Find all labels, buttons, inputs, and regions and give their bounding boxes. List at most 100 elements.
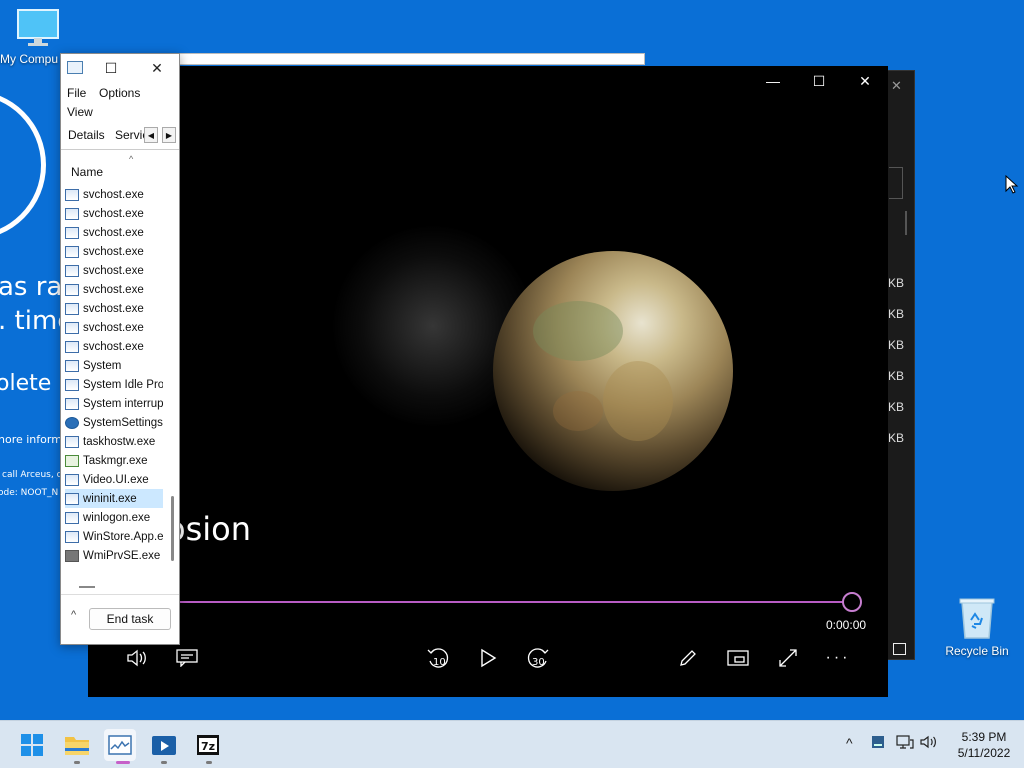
process-row[interactable]: SystemSettings	[65, 413, 163, 432]
process-row[interactable]: System interrup	[65, 394, 163, 413]
menu-options[interactable]: Options	[99, 86, 140, 100]
size-cell: KB	[888, 307, 905, 321]
svg-text:7z: 7z	[201, 740, 215, 753]
7zip-taskbar-button[interactable]: 7z	[192, 729, 224, 761]
tab-scroll-right-button[interactable]: ▶	[162, 127, 176, 143]
window-icon	[65, 435, 79, 448]
task-manager-titlebar[interactable]: ☐ ✕	[61, 54, 179, 82]
volume-icon	[127, 649, 146, 667]
cogs-icon	[65, 549, 79, 562]
process-row[interactable]: wininit.exe	[65, 489, 163, 508]
tab-scroll-left-button[interactable]: ◀	[144, 127, 158, 143]
process-row[interactable]: taskhostw.exe	[65, 432, 163, 451]
seek-handle[interactable]	[842, 592, 862, 612]
chart-icon	[65, 454, 79, 467]
more-icon: ···	[825, 649, 851, 666]
running-indicator	[206, 761, 212, 764]
network-icon[interactable]	[896, 735, 914, 752]
task-manager-app-icon	[67, 61, 83, 74]
captions-button[interactable]	[167, 644, 207, 672]
view-toggle-icon[interactable]	[893, 643, 906, 655]
process-row[interactable]: svchost.exe	[65, 261, 163, 280]
process-row[interactable]: svchost.exe	[65, 280, 163, 299]
process-row[interactable]: Taskmgr.exe	[65, 451, 163, 470]
start-button[interactable]	[16, 729, 48, 761]
process-name: svchost.exe	[83, 264, 144, 277]
process-row[interactable]: svchost.exe	[65, 337, 163, 356]
video-player-taskbar-button[interactable]	[148, 729, 180, 761]
seek-bar[interactable]	[178, 601, 846, 603]
process-row[interactable]: System Idle Pro	[65, 375, 163, 394]
process-row[interactable]: WinStore.App.e	[65, 527, 163, 546]
window-icon	[65, 226, 79, 239]
mini-view-button[interactable]	[718, 644, 758, 672]
process-name: winlogon.exe	[83, 511, 151, 524]
process-row[interactable]: svchost.exe	[65, 299, 163, 318]
clock[interactable]: 5:39 PM 5/11/2022	[944, 729, 1024, 761]
skip-forward-seconds: 30	[532, 657, 545, 668]
close-button[interactable]: ✕	[842, 66, 888, 96]
fullscreen-icon	[779, 649, 797, 667]
menu-file[interactable]: File	[67, 86, 86, 100]
play-button[interactable]	[468, 644, 508, 672]
more-options-button[interactable]: ···	[818, 644, 858, 672]
bsod-frown-graphic	[0, 90, 46, 240]
bsod-text-6: ode: NOOT_N	[0, 488, 59, 498]
process-name: svchost.exe	[83, 302, 144, 315]
close-button[interactable]: ✕	[145, 58, 169, 78]
task-manager-window[interactable]: ☐ ✕ File Options View Details Servic ◀ ▶…	[60, 53, 180, 645]
recycle-bin-desktop-icon[interactable]: Recycle Bin	[940, 596, 1014, 658]
close-icon[interactable]: ✕	[891, 78, 902, 94]
process-row[interactable]: winlogon.exe	[65, 508, 163, 527]
process-row[interactable]: svchost.exe	[65, 185, 163, 204]
process-name: System Idle Pro	[83, 378, 163, 391]
process-row[interactable]: svchost.exe	[65, 223, 163, 242]
window-icon	[65, 340, 79, 353]
process-row[interactable]: svchost.exe	[65, 242, 163, 261]
video-player-icon	[152, 736, 176, 755]
end-task-button[interactable]: End task	[89, 608, 171, 630]
fullscreen-button[interactable]	[768, 644, 808, 672]
process-row[interactable]: System	[65, 356, 163, 375]
task-manager-ghost-frame	[180, 53, 645, 65]
process-name: System interrup	[83, 397, 163, 410]
process-name: SystemSettings	[83, 416, 163, 429]
column-header-name[interactable]: Name	[71, 165, 103, 179]
process-name: System	[83, 359, 122, 372]
tray-app-icon[interactable]	[871, 735, 885, 752]
running-indicator	[161, 761, 167, 764]
process-row[interactable]: svchost.exe	[65, 204, 163, 223]
process-row[interactable]: WmiPrvSE.exe	[65, 546, 163, 565]
maximize-button[interactable]: ☐	[796, 66, 842, 96]
tab-services[interactable]: Servic	[115, 128, 147, 142]
process-row[interactable]: svchost.exe	[65, 318, 163, 337]
task-manager-taskbar-button[interactable]	[104, 729, 136, 761]
maximize-button[interactable]: ☐	[99, 58, 123, 78]
process-name: wininit.exe	[83, 492, 137, 505]
globe-image	[493, 251, 733, 491]
scrollbar-thumb[interactable]	[171, 496, 174, 561]
show-hidden-icons-chevron-icon[interactable]: ^	[846, 735, 853, 751]
tab-details[interactable]: Details	[68, 128, 105, 142]
process-name: svchost.exe	[83, 321, 144, 334]
skip-back-button[interactable]: 10	[418, 644, 458, 672]
edit-button[interactable]	[668, 644, 708, 672]
process-name: taskhostw.exe	[83, 435, 156, 448]
minimize-button[interactable]: —	[750, 66, 796, 96]
window-icon	[65, 397, 79, 410]
window-icon	[65, 302, 79, 315]
menu-view[interactable]: View	[67, 105, 93, 119]
clock-date: 5/11/2022	[957, 746, 1011, 760]
volume-button[interactable]	[117, 644, 157, 672]
skip-forward-button[interactable]: 30	[518, 644, 558, 672]
window-icon	[65, 207, 79, 220]
bsod-text-4: nore inform	[0, 433, 62, 446]
process-name: svchost.exe	[83, 188, 144, 201]
process-row[interactable]: Video.UI.exe	[65, 470, 163, 489]
volume-icon[interactable]	[920, 735, 938, 752]
window-icon	[65, 188, 79, 201]
resize-grip[interactable]	[79, 586, 95, 588]
video-player-window[interactable]: — ☐ ✕ osion 0:00:00 10 30 ···	[88, 66, 888, 697]
file-explorer-taskbar-button[interactable]	[61, 729, 93, 761]
fewer-details-chevron-icon[interactable]: ^	[71, 609, 76, 621]
